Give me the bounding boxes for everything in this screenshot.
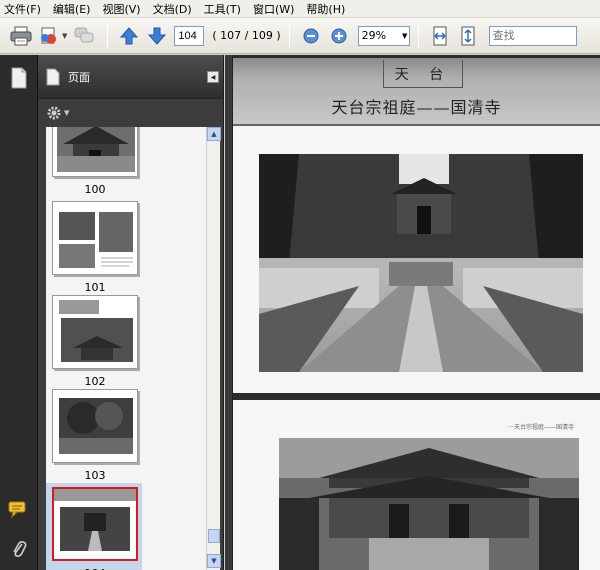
menu-document[interactable]: 文档(D) [153,1,192,17]
pages-panel: 页面 ◀ ▼ 100 101 102 103 ▲ ▼ [38,55,224,570]
toolbar: ▼ ( 107 / 109 ) 29% ▼ [0,18,600,54]
attachments-button[interactable] [6,537,32,563]
page-title: 天台宗祖庭——国清寺 [331,98,502,117]
document-page-104: 天 台 天台宗祖庭——国清寺 [233,58,600,393]
page-icon [11,67,27,89]
page-thumbnail-image [52,295,138,369]
comment-icon [8,501,26,519]
menu-file[interactable]: 文件(F) [4,1,41,17]
panel-options: ▼ [38,99,223,127]
menu-view[interactable]: 视图(V) [102,1,140,17]
page-header-label: 天 台 [383,60,463,88]
thumbnail-label: 102 [84,375,106,388]
toolbar-separator [417,23,419,48]
scroll-thumb[interactable] [208,529,220,543]
printer-icon [10,26,32,45]
search-field[interactable] [488,25,577,46]
page-number-input[interactable] [174,25,205,46]
print-button[interactable] [8,23,34,49]
thumbnail-page-101[interactable]: 101 [46,201,206,295]
page-header: 天 台 天台宗祖庭——国清寺 [233,58,600,126]
thumbnail-scrollbar[interactable]: ▲ ▼ [206,127,221,570]
comment-button[interactable] [71,23,97,49]
page-thumbnail-image [52,201,138,275]
zoom-in-icon [331,28,347,43]
scroll-down-button[interactable]: ▼ [207,554,221,568]
page-running-header: ···天台宗祖庭——国清寺 [508,424,574,431]
thumbnail-label: 103 [84,469,106,482]
panel-splitter[interactable] [225,55,233,570]
document-view[interactable]: 天 台 天台宗祖庭——国清寺 ···天台宗祖庭——国清寺 [225,55,600,570]
temple-hall-photo [279,438,579,570]
menu-help[interactable]: 帮助(H) [306,1,345,17]
fit-page-icon [461,26,475,45]
chevron-down-icon: ▼ [401,31,408,40]
scroll-up-button[interactable]: ▲ [207,127,221,141]
thumbnail-page-100[interactable]: 100 [46,127,206,197]
zoom-out-icon [303,28,319,43]
thumbnail-label: 100 [84,183,106,196]
menu-tools[interactable]: 工具(T) [204,1,241,17]
menu-edit[interactable]: 编辑(E) [53,1,91,17]
paperclip-icon [13,541,27,557]
page-icon [46,68,60,85]
pages-panel-button[interactable] [6,65,32,91]
create-pdf-button[interactable] [36,23,62,49]
next-page-button[interactable] [144,23,170,49]
document-page-105: ···天台宗祖庭——国清寺 [233,400,600,570]
temple-gate-photo [259,154,583,372]
speech-bubbles-icon [74,27,94,42]
navigation-strip [0,55,38,570]
zoom-value: 29% [361,29,387,42]
comments-button[interactable] [6,497,32,523]
header-divider [233,124,600,126]
zoom-select[interactable]: 29% ▼ [357,25,410,46]
arrow-up-icon [120,26,139,44]
page-thumbnail-image [52,389,138,463]
panel-title: 页面 [68,70,90,84]
page-thumbnail-image [52,487,138,561]
menu-bar: 文件(F) 编辑(E) 视图(V) 文档(D) 工具(T) 窗口(W) 帮助(H… [0,0,600,18]
thumbnail-label: 101 [84,281,106,294]
arrow-down-icon [148,27,167,45]
thumbnail-page-102[interactable]: 102 [46,295,206,389]
chevron-down-icon[interactable]: ▼ [62,32,67,40]
zoom-in-button[interactable] [326,23,352,49]
thumbnail-page-104[interactable]: 104 [46,483,206,570]
toolbar-separator [288,23,290,48]
thumbnail-page-103[interactable]: 103 [46,389,206,483]
menu-window[interactable]: 窗口(W) [253,1,294,17]
fit-width-icon [433,26,447,45]
previous-page-button[interactable] [116,23,142,49]
thumbnail-list: 100 101 102 103 [46,127,206,570]
search-input[interactable] [489,26,576,45]
chevron-down-icon[interactable]: ▼ [64,109,69,117]
fit-page-button[interactable] [455,23,481,49]
fit-width-button[interactable] [427,23,453,49]
toolbar-separator [107,23,109,48]
zoom-out-button[interactable] [298,23,324,49]
gear-icon[interactable] [46,105,62,121]
collapse-panel-button[interactable]: ◀ [207,71,219,83]
page-count: ( 107 / 109 ) [212,29,281,42]
page-thumbnail-image [52,127,138,177]
panel-header: 页面 ◀ [38,55,223,99]
create-pdf-icon [41,27,56,44]
